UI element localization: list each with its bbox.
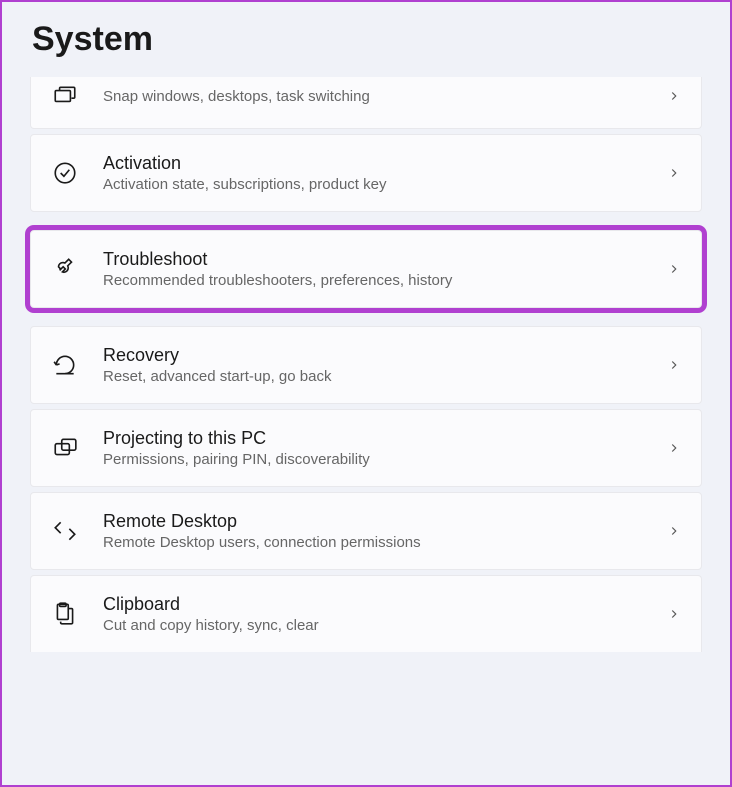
chevron-right-icon — [667, 441, 681, 455]
item-description: Permissions, pairing PIN, discoverabilit… — [103, 451, 643, 468]
settings-list: Snap windows, desktops, task switching A… — [2, 77, 730, 652]
item-content: Recovery Reset, advanced start-up, go ba… — [103, 345, 643, 385]
multitasking-icon — [51, 82, 79, 110]
item-description: Cut and copy history, sync, clear — [103, 617, 643, 634]
chevron-right-icon — [667, 524, 681, 538]
item-content: Troubleshoot Recommended troubleshooters… — [103, 249, 643, 289]
item-title: Remote Desktop — [103, 511, 643, 532]
item-content: Clipboard Cut and copy history, sync, cl… — [103, 594, 643, 634]
item-content: Activation Activation state, subscriptio… — [103, 153, 643, 193]
recovery-icon — [51, 351, 79, 379]
item-description: Snap windows, desktops, task switching — [103, 88, 643, 105]
chevron-right-icon — [667, 89, 681, 103]
item-title: Activation — [103, 153, 643, 174]
chevron-right-icon — [667, 358, 681, 372]
page-title: System — [2, 2, 730, 77]
projecting-icon — [51, 434, 79, 462]
settings-item-activation[interactable]: Activation Activation state, subscriptio… — [30, 134, 702, 212]
item-content: Snap windows, desktops, task switching — [103, 88, 643, 105]
item-description: Reset, advanced start-up, go back — [103, 368, 643, 385]
chevron-right-icon — [667, 166, 681, 180]
item-title: Projecting to this PC — [103, 428, 643, 449]
item-title: Recovery — [103, 345, 643, 366]
item-description: Activation state, subscriptions, product… — [103, 176, 643, 193]
item-title: Clipboard — [103, 594, 643, 615]
item-description: Remote Desktop users, connection permiss… — [103, 534, 643, 551]
item-content: Remote Desktop Remote Desktop users, con… — [103, 511, 643, 551]
chevron-right-icon — [667, 607, 681, 621]
settings-item-remote-desktop[interactable]: Remote Desktop Remote Desktop users, con… — [30, 492, 702, 570]
item-description: Recommended troubleshooters, preferences… — [103, 272, 643, 289]
troubleshoot-icon — [51, 255, 79, 283]
settings-item-clipboard[interactable]: Clipboard Cut and copy history, sync, cl… — [30, 575, 702, 652]
settings-item-projecting[interactable]: Projecting to this PC Permissions, pairi… — [30, 409, 702, 487]
settings-item-troubleshoot[interactable]: Troubleshoot Recommended troubleshooters… — [30, 230, 702, 308]
activation-icon — [51, 159, 79, 187]
clipboard-icon — [51, 600, 79, 628]
item-title: Troubleshoot — [103, 249, 643, 270]
settings-item-multitasking[interactable]: Snap windows, desktops, task switching — [30, 77, 702, 129]
settings-item-recovery[interactable]: Recovery Reset, advanced start-up, go ba… — [30, 326, 702, 404]
remote-desktop-icon — [51, 517, 79, 545]
chevron-right-icon — [667, 262, 681, 276]
item-content: Projecting to this PC Permissions, pairi… — [103, 428, 643, 468]
